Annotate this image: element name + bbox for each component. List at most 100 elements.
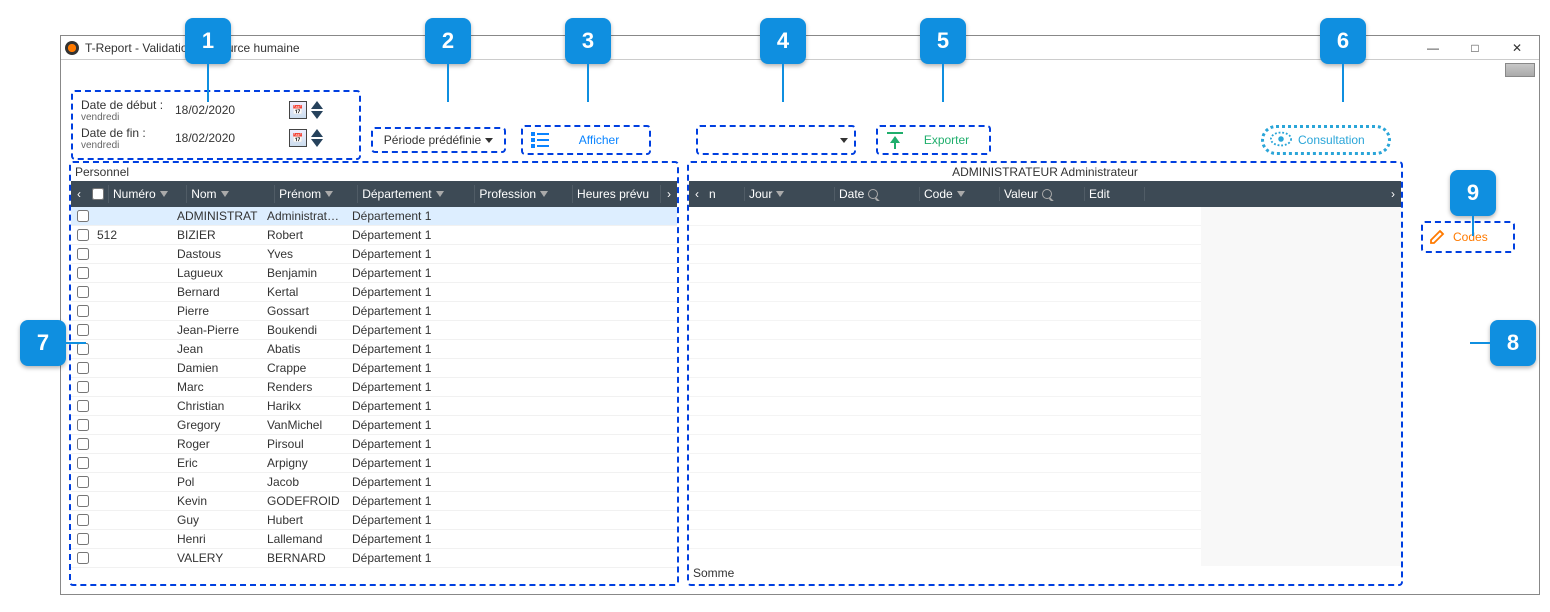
- filter-icon[interactable]: [436, 191, 444, 197]
- col-departement[interactable]: Département: [358, 185, 475, 203]
- detail-grid-body[interactable]: [689, 207, 1401, 566]
- row-checkbox[interactable]: [77, 248, 89, 260]
- filter-icon[interactable]: [221, 191, 229, 197]
- col-heures[interactable]: Heures prévu: [573, 185, 661, 203]
- table-row[interactable]: PolJacobDépartement 1: [71, 473, 677, 492]
- col-numero[interactable]: Numéro: [109, 185, 187, 203]
- row-checkbox[interactable]: [77, 362, 89, 374]
- chevron-down-icon[interactable]: [311, 111, 323, 119]
- personnel-grid-body[interactable]: ADMINISTRATAdministrateurDépartement 151…: [71, 207, 677, 584]
- row-checkbox[interactable]: [77, 552, 89, 564]
- row-checkbox[interactable]: [77, 495, 89, 507]
- filter-icon[interactable]: [325, 191, 333, 197]
- row-checkbox[interactable]: [77, 324, 89, 336]
- chevron-up-icon[interactable]: [311, 101, 323, 109]
- table-row[interactable]: [689, 397, 1401, 416]
- row-checkbox[interactable]: [77, 286, 89, 298]
- table-row[interactable]: GuyHubertDépartement 1: [71, 511, 677, 530]
- scroll-left-button[interactable]: ‹: [689, 187, 705, 201]
- col-n[interactable]: n: [705, 187, 745, 201]
- table-row[interactable]: [689, 435, 1401, 454]
- row-checkbox[interactable]: [77, 514, 89, 526]
- col-prenom[interactable]: Prénom: [275, 185, 358, 203]
- select-all-checkbox[interactable]: [92, 188, 104, 200]
- table-row[interactable]: EricArpignyDépartement 1: [71, 454, 677, 473]
- table-row[interactable]: [689, 473, 1401, 492]
- row-checkbox[interactable]: [77, 381, 89, 393]
- row-checkbox[interactable]: [77, 267, 89, 279]
- filter-icon[interactable]: [957, 191, 965, 197]
- row-checkbox[interactable]: [77, 400, 89, 412]
- col-valeur[interactable]: Valeur: [1000, 187, 1085, 201]
- table-row[interactable]: BernardKertalDépartement 1: [71, 283, 677, 302]
- calendar-icon[interactable]: 📅: [289, 129, 307, 147]
- table-row[interactable]: RogerPirsoulDépartement 1: [71, 435, 677, 454]
- filter-icon[interactable]: [160, 191, 168, 197]
- end-date-value[interactable]: 18/02/2020: [175, 131, 285, 145]
- row-checkbox[interactable]: [77, 457, 89, 469]
- table-row[interactable]: KevinGODEFROIDDépartement 1: [71, 492, 677, 511]
- search-icon[interactable]: [1042, 189, 1052, 199]
- table-row[interactable]: [689, 378, 1401, 397]
- scroll-left-button[interactable]: ‹: [71, 187, 87, 201]
- table-row[interactable]: LagueuxBenjaminDépartement 1: [71, 264, 677, 283]
- table-row[interactable]: [689, 359, 1401, 378]
- table-row[interactable]: GregoryVanMichelDépartement 1: [71, 416, 677, 435]
- chevron-down-icon[interactable]: [311, 139, 323, 147]
- filter-combo[interactable]: [696, 125, 856, 155]
- table-row[interactable]: [689, 492, 1401, 511]
- search-icon[interactable]: [868, 189, 878, 199]
- col-date[interactable]: Date: [835, 187, 920, 201]
- codes-button[interactable]: Codes: [1421, 221, 1515, 253]
- export-button[interactable]: Exporter: [876, 125, 991, 155]
- table-row[interactable]: ChristianHarikxDépartement 1: [71, 397, 677, 416]
- table-row[interactable]: DamienCrappeDépartement 1: [71, 359, 677, 378]
- end-date-stepper[interactable]: [311, 129, 323, 147]
- table-row[interactable]: DastousYvesDépartement 1: [71, 245, 677, 264]
- col-code[interactable]: Code: [920, 187, 1000, 201]
- minimize-button[interactable]: —: [1421, 41, 1445, 55]
- col-nom[interactable]: Nom: [187, 185, 275, 203]
- start-date-value[interactable]: 18/02/2020: [175, 103, 285, 117]
- table-row[interactable]: HenriLallemandDépartement 1: [71, 530, 677, 549]
- calendar-icon[interactable]: 📅: [289, 101, 307, 119]
- filter-icon[interactable]: [540, 191, 548, 197]
- table-row[interactable]: [689, 340, 1401, 359]
- scroll-right-button[interactable]: ›: [661, 187, 677, 201]
- row-checkbox[interactable]: [77, 305, 89, 317]
- filter-icon[interactable]: [776, 191, 784, 197]
- table-row[interactable]: ADMINISTRATAdministrateurDépartement 1: [71, 207, 677, 226]
- table-row[interactable]: [689, 283, 1401, 302]
- chevron-up-icon[interactable]: [311, 129, 323, 137]
- scroll-right-button[interactable]: ›: [1385, 187, 1401, 201]
- table-row[interactable]: 512BIZIERRobertDépartement 1: [71, 226, 677, 245]
- table-row[interactable]: [689, 207, 1401, 226]
- table-row[interactable]: [689, 245, 1401, 264]
- consultation-mode-button[interactable]: Consultation: [1261, 125, 1391, 155]
- row-checkbox[interactable]: [77, 419, 89, 431]
- display-button[interactable]: Afficher: [521, 125, 651, 155]
- col-profession[interactable]: Profession: [475, 185, 573, 203]
- row-checkbox[interactable]: [77, 533, 89, 545]
- table-row[interactable]: [689, 264, 1401, 283]
- table-row[interactable]: [689, 302, 1401, 321]
- table-row[interactable]: JeanAbatisDépartement 1: [71, 340, 677, 359]
- table-row[interactable]: MarcRendersDépartement 1: [71, 378, 677, 397]
- row-checkbox[interactable]: [77, 210, 89, 222]
- row-checkbox[interactable]: [77, 476, 89, 488]
- table-row[interactable]: [689, 454, 1401, 473]
- table-row[interactable]: [689, 511, 1401, 530]
- row-checkbox[interactable]: [77, 229, 89, 241]
- table-row[interactable]: [689, 416, 1401, 435]
- col-edit[interactable]: Edit: [1085, 187, 1145, 201]
- table-row[interactable]: [689, 321, 1401, 340]
- table-row[interactable]: [689, 530, 1401, 549]
- table-row[interactable]: Jean-PierreBoukendiDépartement 1: [71, 321, 677, 340]
- table-row[interactable]: PierreGossartDépartement 1: [71, 302, 677, 321]
- start-date-stepper[interactable]: [311, 101, 323, 119]
- col-jour[interactable]: Jour: [745, 187, 835, 201]
- predefined-period-dropdown[interactable]: Période prédéfinie: [371, 127, 506, 153]
- maximize-button[interactable]: □: [1463, 41, 1487, 55]
- row-checkbox[interactable]: [77, 438, 89, 450]
- table-row[interactable]: VALERYBERNARDDépartement 1: [71, 549, 677, 568]
